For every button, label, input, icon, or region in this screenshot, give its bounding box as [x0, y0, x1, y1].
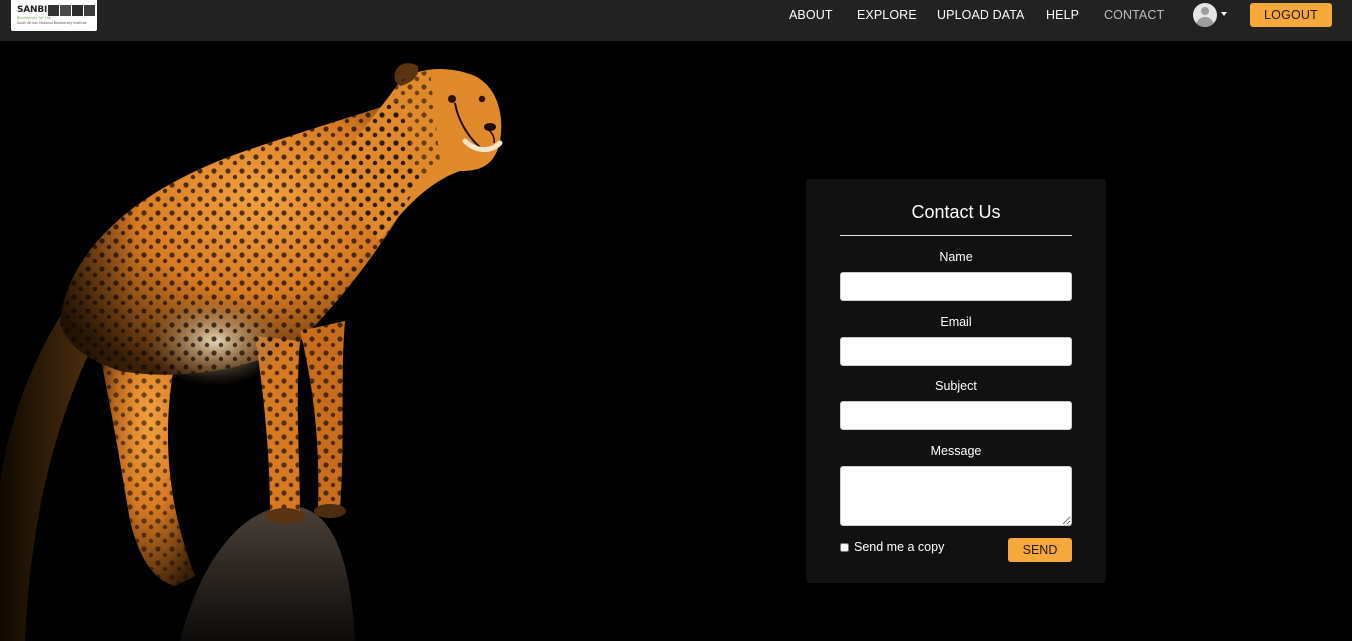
nav-link-about[interactable]: ABOUT [789, 8, 833, 22]
nav-link-contact[interactable]: CONTACT [1104, 8, 1164, 22]
logo-org-name: South African National Biodiversity Inst… [17, 21, 87, 25]
contact-title: Contact Us [911, 202, 1001, 222]
logo-image-strip [48, 5, 95, 16]
sanbi-logo[interactable]: SANBI Biodiversity for Life South Africa… [11, 0, 97, 31]
email-input[interactable] [840, 337, 1072, 366]
chevron-down-icon[interactable] [1221, 12, 1227, 16]
send-copy-checkbox[interactable] [840, 542, 849, 552]
send-copy-row: Send me a copy [840, 540, 944, 554]
send-button[interactable]: SEND [1008, 538, 1072, 562]
logo-name: SANBI [17, 5, 48, 15]
email-label: Email [940, 315, 972, 329]
message-label: Message [930, 444, 982, 458]
contact-card: Contact Us Name Email Subject Message Se… [806, 179, 1106, 583]
subject-input[interactable] [840, 401, 1072, 430]
cheetah-photo [0, 41, 545, 641]
logout-button[interactable]: LOGOUT [1250, 3, 1332, 27]
user-avatar-icon[interactable] [1193, 3, 1217, 27]
logo-tagline: Biodiversity for Life [17, 16, 51, 20]
name-input[interactable] [840, 272, 1072, 301]
title-divider [840, 235, 1072, 236]
send-copy-label: Send me a copy [854, 540, 945, 554]
nav-link-explore[interactable]: EXPLORE [857, 8, 917, 22]
subject-label: Subject [935, 379, 977, 393]
nav-link-help[interactable]: HELP [1046, 8, 1079, 22]
message-textarea[interactable] [840, 466, 1072, 526]
top-navbar: SANBI Biodiversity for Life South Africa… [0, 0, 1352, 41]
nav-link-upload-data[interactable]: UPLOAD DATA [937, 8, 1024, 22]
name-label: Name [939, 250, 973, 264]
